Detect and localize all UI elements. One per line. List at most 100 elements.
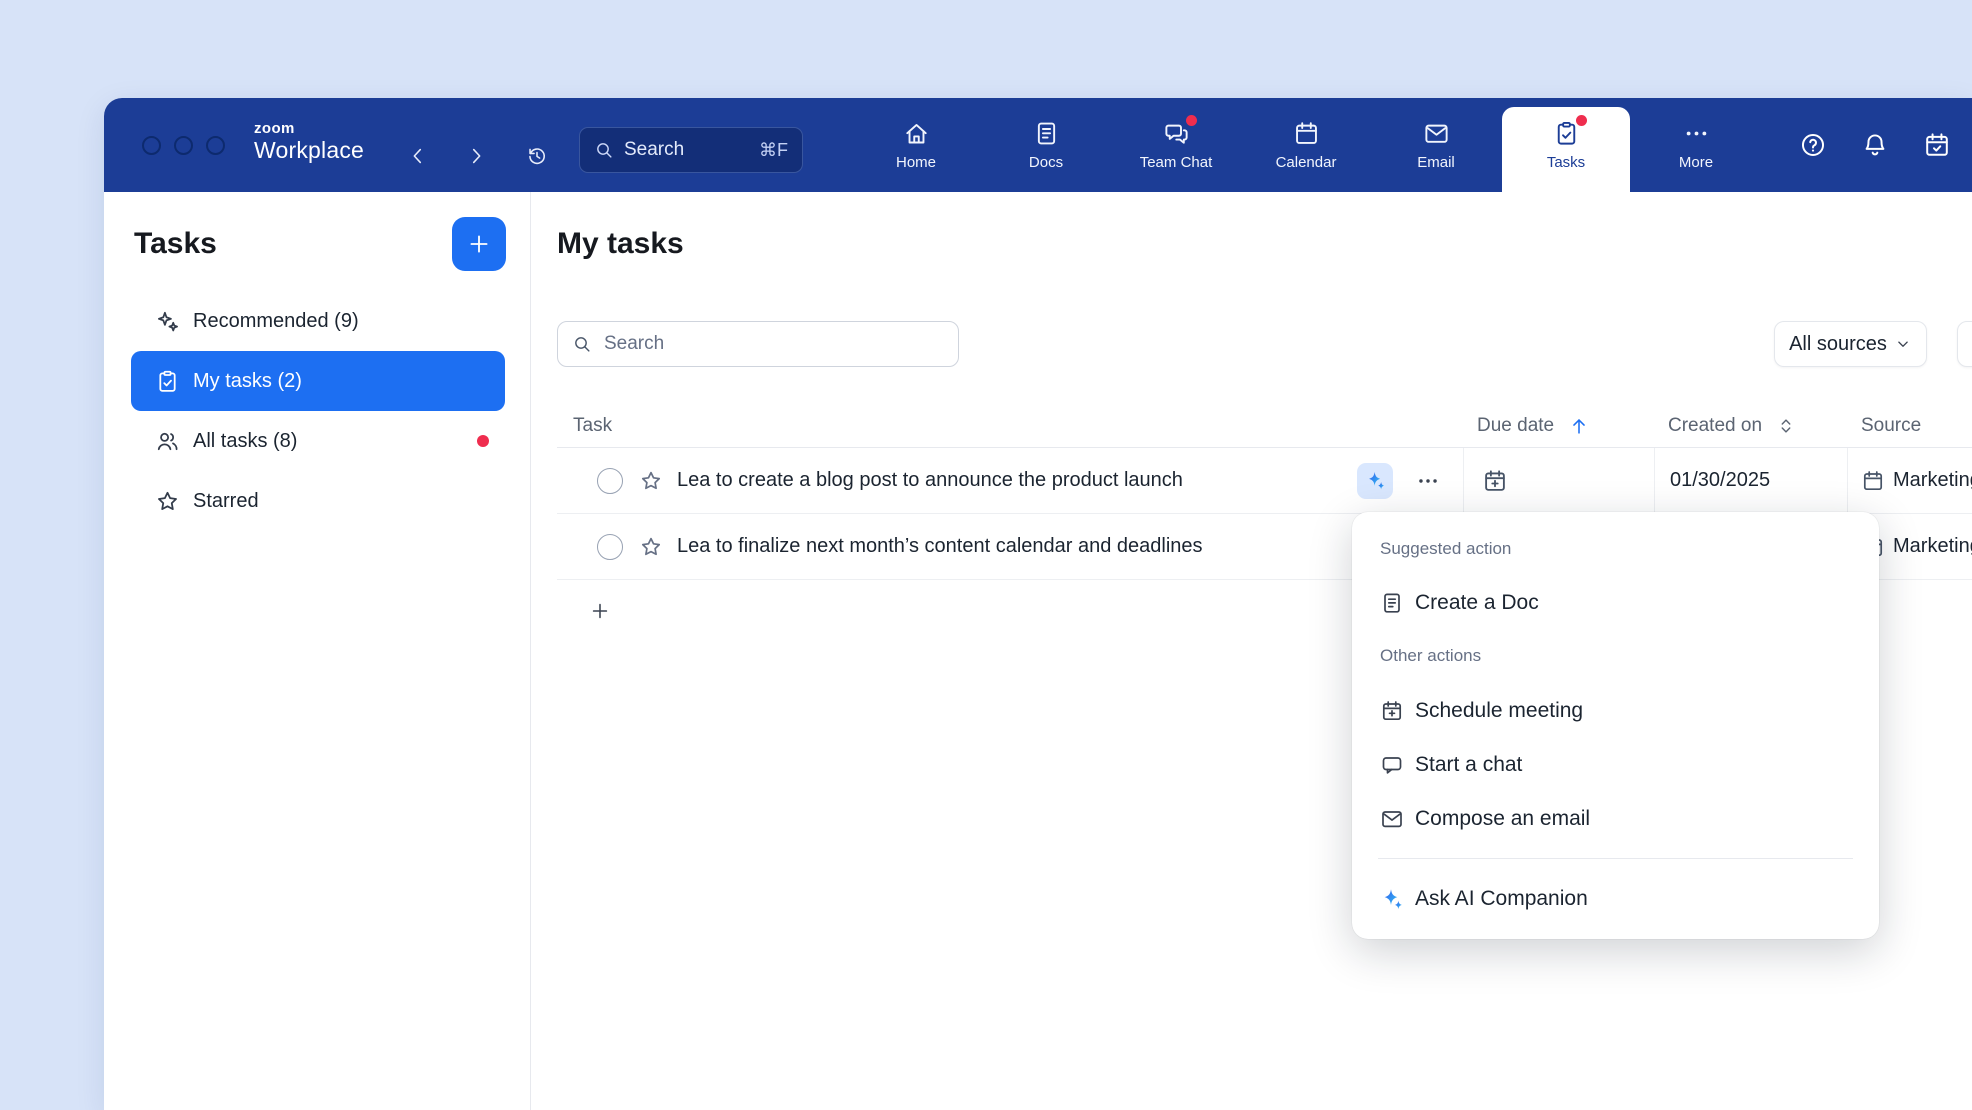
ai-companion-button[interactable] [1357,463,1393,499]
global-search[interactable]: Search ⌘F [579,127,803,173]
sidebar-item-label: My tasks (2) [193,370,302,393]
add-due-date-icon[interactable] [1482,468,1508,494]
ai-actions-popup: Suggested action Create a Doc Other acti… [1352,512,1879,939]
topnav-team-chat[interactable]: Team Chat [1126,98,1226,192]
topnav-home[interactable]: Home [866,98,966,192]
sort-ascending-icon[interactable] [1568,415,1590,437]
sidebar-item-my-tasks[interactable]: My tasks (2) [131,351,505,411]
window-control-dot[interactable] [142,136,161,155]
task-cell: Lea to create a blog post to announce th… [557,448,1463,513]
topnav-label: Email [1417,154,1455,171]
ai-companion-icon [1380,887,1404,911]
popup-item-label: Schedule meeting [1415,699,1583,723]
column-header-task: Task [557,404,1463,447]
sidebar-header: Tasks [104,192,530,271]
tasks-icon [1553,120,1580,147]
docs-icon [1033,120,1060,147]
sidebar-item-starred[interactable]: Starred [131,471,505,531]
chat-bubble-icon [1380,753,1404,777]
sparkles-icon [155,309,180,334]
new-task-button[interactable] [452,217,506,271]
unread-badge [1186,115,1197,126]
popup-item-label: Compose an email [1415,807,1590,831]
popup-item-create-doc[interactable]: Create a Doc [1352,576,1879,630]
sidebar-menu: Recommended (9) My tasks (2) All tasks (… [104,291,530,531]
task-title[interactable]: Lea to finalize next month’s content cal… [677,535,1203,558]
popup-item-ask-ai-companion[interactable]: Ask AI Companion [1352,872,1879,926]
column-header-due-date[interactable]: Due date [1463,404,1654,447]
nav-back-button[interactable] [400,138,436,174]
topnav-label: More [1679,154,1713,171]
sidebar-item-label: All tasks (8) [193,430,297,453]
column-label: Created on [1668,415,1762,437]
task-title[interactable]: Lea to create a blog post to announce th… [677,469,1183,492]
window-control-dot[interactable] [206,136,225,155]
logo-zoom-text: zoom [254,121,364,138]
task-checkbox[interactable] [597,468,623,494]
sidebar-item-label: Recommended (9) [193,310,359,333]
window-control-dot[interactable] [174,136,193,155]
page-title: My tasks [557,217,684,271]
popup-item-label: Start a chat [1415,753,1522,777]
sort-toggle-icon[interactable] [1776,416,1796,436]
task-list-icon [155,369,180,394]
column-header-created-on[interactable]: Created on [1654,404,1847,447]
column-label: Source [1861,415,1921,437]
row-actions [1357,463,1463,499]
more-actions-icon[interactable] [1415,468,1441,494]
nav-forward-button[interactable] [458,138,494,174]
due-date-cell [1463,448,1654,513]
popup-item-schedule-meeting[interactable]: Schedule meeting [1352,684,1879,738]
help-button[interactable] [1791,123,1835,167]
column-header-source: Source [1847,404,1972,447]
envelope-icon [1380,807,1404,831]
tasks-sidebar: Tasks Recommended (9) My tasks (2) All t… [104,192,531,1110]
topnav-more[interactable]: More [1646,98,1746,192]
source-calendar-icon [1861,469,1885,493]
notification-dot [477,435,489,447]
popup-section-label: Other actions [1352,643,1879,669]
app-window: zoom Workplace Search ⌘F Home Docs [104,98,1972,1110]
topnav-docs[interactable]: Docs [996,98,1096,192]
star-icon[interactable] [639,469,663,493]
bell-icon [1861,131,1889,159]
topnav-label: Tasks [1547,154,1585,171]
topnav-label: Docs [1029,154,1063,171]
sidebar-item-recommended[interactable]: Recommended (9) [131,291,505,351]
table-row: Lea to create a blog post to announce th… [557,448,1972,514]
chevron-right-icon [465,145,487,167]
history-button[interactable] [519,138,555,174]
ai-sparkle-icon [1365,470,1386,491]
all-sources-label: All sources [1789,333,1887,356]
calendar-date-button[interactable] [1915,123,1959,167]
all-sources-dropdown[interactable]: All sources [1774,321,1927,367]
tasks-search-input[interactable] [602,332,944,356]
topnav-calendar[interactable]: Calendar [1256,98,1356,192]
tasks-search[interactable] [557,321,959,367]
plus-icon [466,231,492,257]
home-icon [903,120,930,147]
created-on-value: 01/30/2025 [1670,469,1770,492]
sidebar-item-all-tasks[interactable]: All tasks (8) [131,411,505,471]
zoom-workplace-logo: zoom Workplace [254,121,364,164]
popup-item-label: Ask AI Companion [1415,887,1588,911]
popup-section-label: Suggested action [1352,536,1879,562]
truncated-filter-button[interactable] [1957,321,1972,367]
topnav-label: Team Chat [1140,154,1213,171]
topnav-email[interactable]: Email [1386,98,1486,192]
add-task-button[interactable] [579,590,621,632]
email-icon [1423,120,1450,147]
more-icon [1683,120,1710,147]
calendar-icon [1293,120,1320,147]
star-icon[interactable] [639,535,663,559]
popup-item-compose-email[interactable]: Compose an email [1352,792,1879,846]
popup-item-start-chat[interactable]: Start a chat [1352,738,1879,792]
logo-workplace-text: Workplace [254,138,364,164]
people-icon [155,429,180,454]
global-search-label: Search [624,139,684,161]
calendar-date-icon [1923,131,1951,159]
column-label: Task [573,415,612,437]
notifications-button[interactable] [1853,123,1897,167]
task-checkbox[interactable] [597,534,623,560]
topnav-tasks[interactable]: Tasks [1516,98,1616,192]
